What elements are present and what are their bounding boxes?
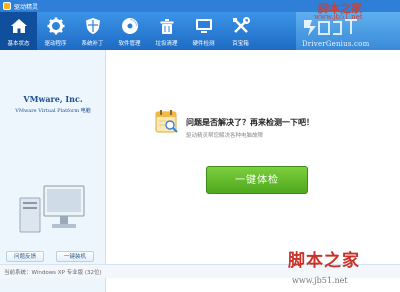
brand-url: DriverGenius.com xyxy=(302,40,370,48)
tab-label: 软件管理 xyxy=(118,41,141,47)
tab-basic-status[interactable]: 基本状态 xyxy=(0,12,37,50)
one-click-install-button[interactable]: 一键装机 xyxy=(56,251,94,262)
platform-name: VMware Virtual Platform 电脑 xyxy=(15,108,91,114)
tab-label: 垃圾清理 xyxy=(155,41,178,47)
tab-hardware[interactable]: 硬件检测 xyxy=(185,12,222,50)
tab-label: 基本状态 xyxy=(7,41,30,47)
system-info-panel: VMware, Inc. VMware Virtual Platform 电脑 … xyxy=(0,50,106,292)
tools-icon xyxy=(232,17,250,33)
home-icon xyxy=(10,19,27,33)
watermark-bottom: 脚本之家 xyxy=(288,251,360,271)
manufacturer-name: VMware, Inc. xyxy=(23,94,83,104)
main-panel: 问题是否解决了？再来检测一下吧！ 驱动精灵帮您解决各种电脑故障 一键体检 xyxy=(106,50,400,264)
shield-icon xyxy=(85,18,100,34)
disc-icon xyxy=(121,18,138,34)
monitor-icon xyxy=(195,19,212,33)
tab-label: 硬件检测 xyxy=(192,41,215,47)
tab-label: 百宝箱 xyxy=(232,41,249,47)
tab-cleanup[interactable]: 垃圾清理 xyxy=(148,12,185,50)
app-icon xyxy=(3,2,11,10)
calendar-check-icon xyxy=(155,110,178,133)
check-question: 问题是否解决了？再来检测一下吧！ xyxy=(186,118,314,127)
watermark-top-url: www.jb51.net xyxy=(314,13,363,21)
gear-icon xyxy=(47,17,64,35)
tab-label: 系统补丁 xyxy=(81,41,104,47)
current-system-text: 当前系统：Windows XP 专业版 (32位) xyxy=(4,270,102,276)
tab-software[interactable]: 软件管理 xyxy=(111,12,148,50)
check-hint: 驱动精灵帮您解决各种电脑故障 xyxy=(186,133,264,139)
window-title: 驱动精灵 xyxy=(14,4,39,11)
cleanup-icon xyxy=(160,19,173,34)
one-click-check-button[interactable]: 一键体检 xyxy=(206,166,308,194)
tab-label: 驱动程序 xyxy=(44,41,67,47)
tab-drivers[interactable]: 驱动程序 xyxy=(37,12,74,50)
computer-icon xyxy=(19,185,85,233)
watermark-bottom-url: www.jb51.net xyxy=(292,276,348,285)
feedback-button[interactable]: 问题反馈 xyxy=(6,251,44,262)
tab-system-patches[interactable]: 系统补丁 xyxy=(74,12,111,50)
tab-toolbox[interactable]: 百宝箱 xyxy=(222,12,259,50)
